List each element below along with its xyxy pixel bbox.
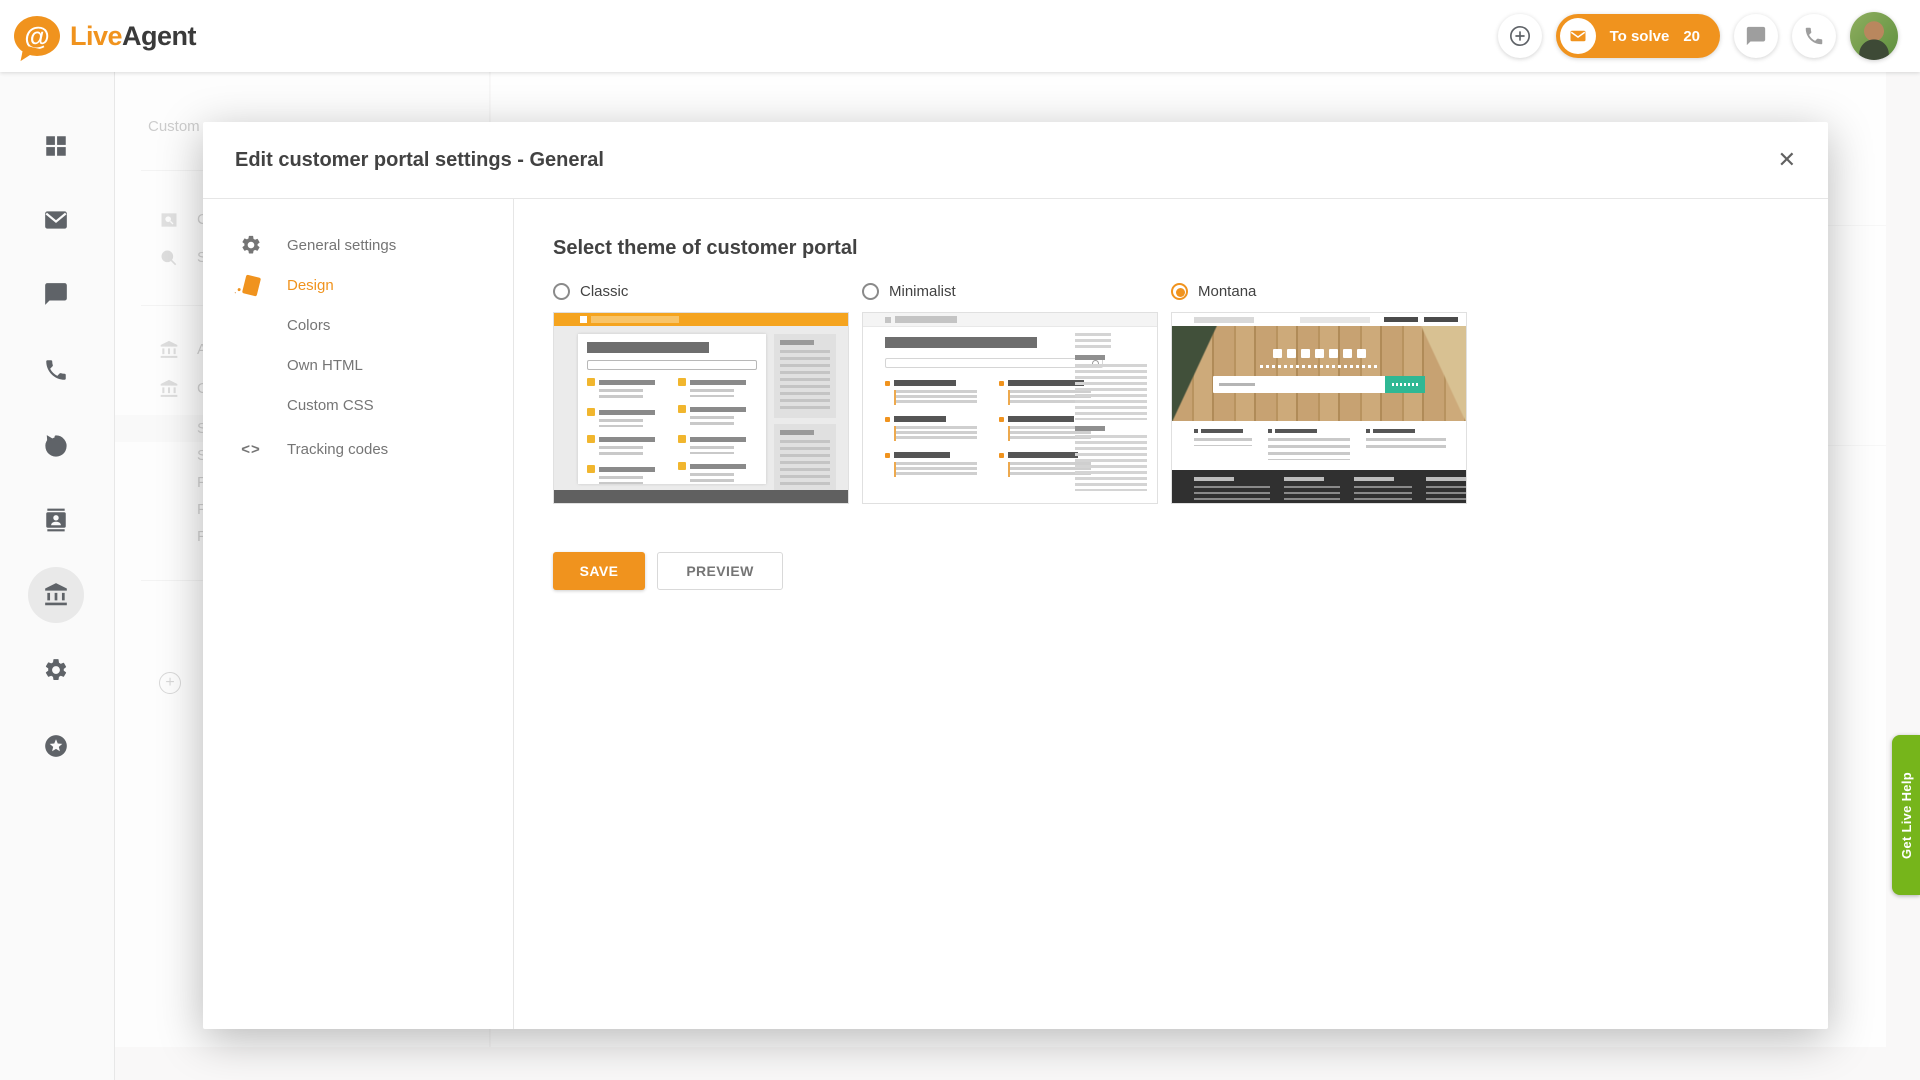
to-solve-badge[interactable]: To solve 20 bbox=[1556, 14, 1720, 58]
phone-icon bbox=[43, 357, 69, 383]
get-live-help-label: Get Live Help bbox=[1899, 772, 1914, 859]
envelope-icon bbox=[1560, 18, 1596, 54]
to-solve-label: To solve bbox=[1610, 28, 1670, 45]
gear-icon bbox=[239, 233, 263, 257]
get-live-help-tab[interactable]: Get Live Help bbox=[1892, 735, 1920, 895]
nav-item-colors[interactable]: Colors bbox=[203, 305, 513, 345]
sync-icon bbox=[43, 433, 69, 459]
to-solve-count: 20 bbox=[1683, 28, 1700, 45]
theme-thumbnail-minimalist[interactable] bbox=[862, 312, 1158, 504]
nav-label: Design bbox=[287, 277, 334, 294]
radio-label: Montana bbox=[1198, 283, 1256, 300]
sidebar-item-chats[interactable] bbox=[36, 274, 76, 314]
app-sidebar bbox=[0, 72, 115, 1080]
theme-thumbnail-classic[interactable] bbox=[553, 312, 849, 504]
radio-button-icon[interactable] bbox=[553, 283, 570, 300]
nav-item-tracking-codes[interactable]: <> Tracking codes bbox=[203, 429, 513, 469]
dialog-title: Edit customer portal settings - General bbox=[235, 149, 604, 172]
brand-agent: Agent bbox=[122, 21, 196, 51]
radio-label: Classic bbox=[580, 283, 628, 300]
sidebar-item-sync[interactable] bbox=[36, 426, 76, 466]
nav-item-general-settings[interactable]: General settings bbox=[203, 225, 513, 265]
chats-button[interactable] bbox=[1734, 14, 1778, 58]
plus-circle-icon bbox=[1509, 25, 1531, 47]
radio-minimalist[interactable]: Minimalist bbox=[862, 276, 1158, 306]
theme-options: Classic bbox=[553, 276, 1828, 504]
section-heading: Select theme of customer portal bbox=[553, 237, 1828, 260]
mail-icon bbox=[43, 207, 69, 233]
radio-montana[interactable]: Montana bbox=[1171, 276, 1467, 306]
dialog-nav: General settings Design Colors Own HTML … bbox=[203, 199, 514, 1029]
settings-gear-icon bbox=[43, 657, 69, 683]
top-header: @ LiveAgent To solve 20 bbox=[0, 0, 1920, 72]
design-icon bbox=[239, 273, 263, 297]
sidebar-item-calls[interactable] bbox=[36, 350, 76, 390]
edit-customer-portal-settings-dialog: Edit customer portal settings - General … bbox=[203, 122, 1828, 1029]
radio-button-icon[interactable] bbox=[1171, 283, 1188, 300]
sidebar-item-rewards[interactable] bbox=[36, 726, 76, 766]
star-icon bbox=[43, 733, 69, 759]
save-button[interactable]: SAVE bbox=[553, 552, 645, 590]
sidebar-item-settings[interactable] bbox=[36, 650, 76, 690]
calls-button[interactable] bbox=[1792, 14, 1836, 58]
dashboard-icon bbox=[43, 133, 69, 159]
close-icon[interactable]: ✕ bbox=[1774, 145, 1800, 175]
theme-thumbnail-montana[interactable] bbox=[1171, 312, 1467, 504]
user-avatar[interactable] bbox=[1850, 12, 1898, 60]
nav-label: General settings bbox=[287, 237, 396, 254]
sidebar-item-contacts[interactable] bbox=[36, 500, 76, 540]
sidebar-item-customer-portal[interactable] bbox=[36, 575, 76, 615]
phone-icon bbox=[1803, 25, 1825, 47]
nav-item-own-html[interactable]: Own HTML bbox=[203, 345, 513, 385]
code-icon: <> bbox=[239, 437, 263, 461]
sidebar-item-tickets[interactable] bbox=[36, 200, 76, 240]
radio-classic[interactable]: Classic bbox=[553, 276, 849, 306]
theme-option-montana: Montana bbox=[1171, 276, 1467, 504]
logo-bubble-icon: @ bbox=[14, 16, 60, 56]
preview-button[interactable]: PREVIEW bbox=[657, 552, 783, 590]
sidebar-item-dashboard[interactable] bbox=[36, 126, 76, 166]
dialog-content: Select theme of customer portal Classic bbox=[514, 199, 1828, 1029]
nav-label: Custom CSS bbox=[287, 397, 374, 414]
theme-option-classic: Classic bbox=[553, 276, 849, 504]
nav-item-custom-css[interactable]: Custom CSS bbox=[203, 385, 513, 425]
radio-button-icon[interactable] bbox=[862, 283, 879, 300]
header-actions: To solve 20 bbox=[1498, 12, 1920, 60]
brand-live: Live bbox=[70, 21, 122, 51]
contacts-icon bbox=[43, 507, 69, 533]
chat-icon bbox=[43, 281, 69, 307]
radio-label: Minimalist bbox=[889, 283, 956, 300]
nav-item-design[interactable]: Design bbox=[203, 265, 513, 305]
nav-label: Colors bbox=[287, 317, 330, 334]
liveagent-logo: @ LiveAgent bbox=[14, 16, 196, 56]
dialog-header: Edit customer portal settings - General … bbox=[203, 122, 1828, 199]
add-new-button[interactable] bbox=[1498, 14, 1542, 58]
nav-label: Own HTML bbox=[287, 357, 363, 374]
theme-option-minimalist: Minimalist bbox=[862, 276, 1158, 504]
bank-icon bbox=[43, 582, 69, 608]
nav-label: Tracking codes bbox=[287, 441, 388, 458]
action-buttons: SAVE PREVIEW bbox=[553, 552, 1828, 590]
chat-icon bbox=[1745, 25, 1767, 47]
